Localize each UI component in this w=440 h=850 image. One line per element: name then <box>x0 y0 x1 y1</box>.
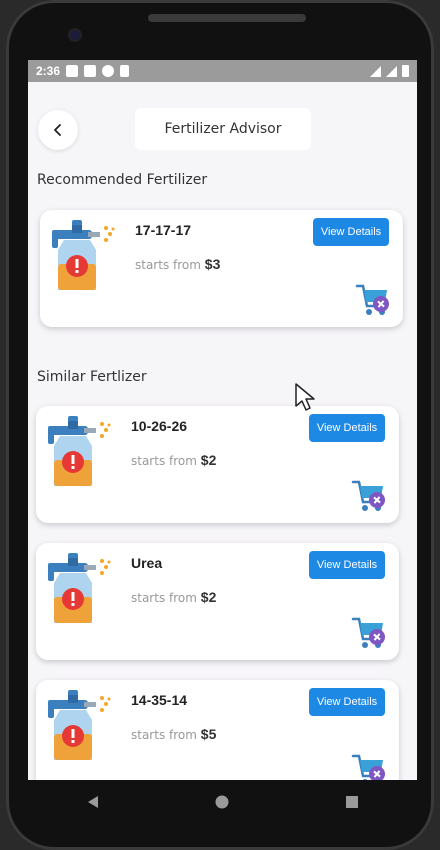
product-name: Urea <box>131 555 163 571</box>
mouse-cursor-icon <box>295 383 315 411</box>
price-value: $3 <box>204 256 221 272</box>
notification-icon <box>84 65 97 77</box>
product-name: 17-17-17 <box>135 222 192 238</box>
view-details-button[interactable]: View Details <box>313 218 389 246</box>
fertilizer-sprayer-icon <box>48 553 111 623</box>
fertilizer-sprayer-icon <box>48 690 111 760</box>
add-to-cart-icon[interactable] <box>351 478 387 514</box>
app-screen: 2:36 Fertilizer Advisor Recommended Fert… <box>28 60 417 780</box>
page-title: Fertilizer Advisor <box>135 108 311 150</box>
price-value: $5 <box>200 726 217 742</box>
android-nav-bar <box>28 780 417 824</box>
recommended-card[interactable]: 17-17-17 starts from $3 View Details <box>40 210 403 327</box>
front-camera <box>70 30 80 40</box>
add-to-cart-icon[interactable] <box>351 615 387 651</box>
price-value: $2 <box>200 452 217 468</box>
view-details-button[interactable]: View Details <box>309 688 385 716</box>
view-details-button[interactable]: View Details <box>309 551 385 579</box>
status-bar: 2:36 <box>28 60 417 82</box>
price-value: $2 <box>200 589 217 605</box>
view-details-button[interactable]: View Details <box>309 414 385 442</box>
product-price: starts from $2 <box>131 452 216 468</box>
price-prefix: starts from <box>135 258 201 272</box>
nav-home-icon[interactable] <box>214 794 230 810</box>
sd-card-icon <box>120 65 130 77</box>
product-price: starts from $3 <box>135 256 220 272</box>
product-name: 10-26-26 <box>131 418 188 434</box>
speaker-grille <box>148 14 306 22</box>
add-to-cart-icon[interactable] <box>351 752 387 780</box>
signal-icon <box>386 65 397 77</box>
recommended-section-label: Recommended Fertilizer <box>37 172 208 188</box>
add-to-cart-icon[interactable] <box>355 282 391 318</box>
nav-recents-icon[interactable] <box>344 794 360 810</box>
notification-icon <box>102 65 115 77</box>
nav-back-icon[interactable] <box>85 794 101 810</box>
back-button[interactable] <box>38 110 78 150</box>
similar-section-label: Similar Fertlizer <box>37 369 147 385</box>
similar-card[interactable]: Urea starts from $2 View Details <box>36 543 399 660</box>
fertilizer-sprayer-icon <box>52 220 115 290</box>
similar-card[interactable]: 10-26-26 starts from $2 View Details <box>36 406 399 523</box>
header: Fertilizer Advisor <box>28 82 417 152</box>
fertilizer-sprayer-icon <box>48 416 111 486</box>
notification-icon <box>66 65 79 77</box>
back-arrow-icon <box>54 124 61 136</box>
price-prefix: starts from <box>131 454 197 468</box>
price-prefix: starts from <box>131 591 197 605</box>
product-name: 14-35-14 <box>131 692 188 708</box>
status-time: 2:36 <box>36 64 61 78</box>
product-price: starts from $5 <box>131 726 216 742</box>
product-price: starts from $2 <box>131 589 216 605</box>
battery-icon <box>402 65 409 77</box>
similar-card[interactable]: 14-35-14 starts from $5 View Details <box>36 680 399 780</box>
price-prefix: starts from <box>131 728 197 742</box>
wifi-icon <box>370 65 381 77</box>
